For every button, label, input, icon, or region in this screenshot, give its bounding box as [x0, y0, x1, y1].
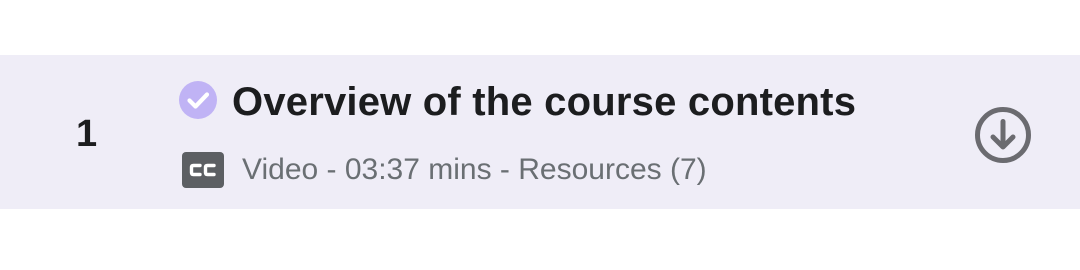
course-curriculum-list: 1 Overview of the course contents Video …	[0, 0, 1080, 270]
download-icon[interactable]	[974, 106, 1032, 164]
closed-captions-icon	[182, 152, 224, 188]
lecture-number: 1	[76, 113, 98, 155]
lecture-title[interactable]: Overview of the course contents	[232, 77, 856, 127]
lecture-row[interactable]: 1 Overview of the course contents Video …	[0, 55, 1080, 209]
completed-check-icon	[179, 81, 217, 119]
lecture-meta: Video - 03:37 mins - Resources (7)	[242, 153, 707, 186]
